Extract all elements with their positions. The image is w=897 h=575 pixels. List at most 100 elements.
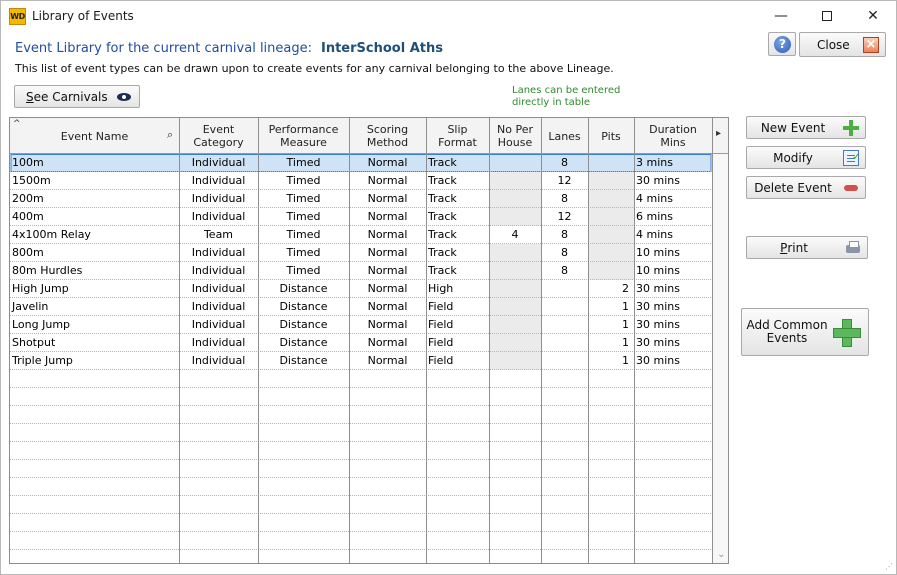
cell-slip: Field	[428, 336, 454, 349]
cell-slip: Field	[428, 300, 454, 313]
new-event-label: New Event	[760, 120, 826, 135]
cell-lanes[interactable]: 12	[541, 172, 588, 190]
cell-lanes[interactable]: 8	[541, 190, 588, 208]
cell-slip: Track	[428, 174, 457, 187]
lanes-note: Lanes can be entered directly in table	[512, 85, 621, 108]
cell-pits[interactable]	[588, 226, 634, 244]
scroll-right-icon[interactable]: ▸	[716, 128, 721, 139]
cell-lanes[interactable]	[541, 352, 588, 370]
cell-per_house[interactable]	[489, 154, 541, 172]
cell-per_house[interactable]	[489, 190, 541, 208]
library-of-events-window: WD Library of Events — ✕ Event Library f…	[0, 0, 897, 575]
cell-category: Individual	[191, 354, 246, 367]
cell-pits[interactable]	[588, 154, 634, 172]
table-row[interactable]: 800m Individual Timed Normal Track 8 10 mins	[10, 244, 710, 262]
cell-pits[interactable]	[588, 190, 634, 208]
sort-ascending-icon: ^	[13, 119, 21, 129]
cell-duration: 6 mins	[636, 210, 673, 223]
cell-scoring: Normal	[367, 264, 408, 277]
cell-pits[interactable]	[588, 262, 634, 280]
delete-event-button[interactable]: Delete Event	[746, 176, 866, 199]
print-button[interactable]: Print	[746, 236, 868, 259]
cell-per_house[interactable]	[489, 316, 541, 334]
help-button[interactable]: ?	[768, 32, 796, 56]
column-header-measure[interactable]: Performance Measure	[258, 118, 349, 154]
table-row[interactable]: High Jump Individual Distance Normal High 2 30…	[10, 280, 710, 298]
cell-scoring: Normal	[367, 336, 408, 349]
cell-lanes[interactable]: 8	[541, 262, 588, 280]
table-row[interactable]: Triple Jump Individual Distance Normal Field…	[10, 352, 710, 370]
table-row[interactable]: 80m Hurdles Individual Timed Normal Track 8 10…	[10, 262, 710, 280]
table-row[interactable]: 400m Individual Timed Normal Track 12 6 mins	[10, 208, 710, 226]
cell-per_house[interactable]	[489, 244, 541, 262]
maximize-button[interactable]	[804, 1, 850, 32]
cell-slip: High	[428, 282, 454, 295]
column-header-category[interactable]: Event Category	[179, 118, 258, 154]
cell-category: Individual	[191, 300, 246, 313]
column-header-lanes[interactable]: Lanes	[541, 118, 588, 154]
modify-button[interactable]: Modify	[746, 146, 866, 169]
cell-per_house[interactable]	[489, 334, 541, 352]
cell-slip: Field	[428, 354, 454, 367]
plus-icon	[843, 120, 859, 136]
column-header-per_house[interactable]: No Per House	[489, 118, 541, 154]
minimize-button[interactable]: —	[758, 1, 804, 32]
cell-pits[interactable]: 1	[588, 352, 634, 370]
printer-icon	[845, 240, 861, 256]
cell-pits[interactable]: 1	[588, 334, 634, 352]
cell-lanes[interactable]	[541, 298, 588, 316]
cell-name: 100m	[12, 156, 44, 169]
cell-lanes[interactable]	[541, 334, 588, 352]
cell-name: Long Jump	[12, 318, 71, 331]
cell-lanes[interactable]	[541, 280, 588, 298]
delete-event-label: Delete Event	[754, 180, 832, 195]
cell-scoring: Normal	[367, 354, 408, 367]
column-header-duration[interactable]: Duration Mins	[634, 118, 712, 154]
cell-per_house[interactable]	[489, 208, 541, 226]
cell-name: 200m	[12, 192, 44, 205]
column-header-scoring[interactable]: Scoring Method	[349, 118, 426, 154]
cell-category: Individual	[191, 264, 246, 277]
cell-pits[interactable]: 2	[588, 280, 634, 298]
cell-scoring: Normal	[367, 174, 408, 187]
cell-pits[interactable]: 1	[588, 316, 634, 334]
table-row[interactable]: Long Jump Individual Distance Normal Field 1 3…	[10, 316, 710, 334]
cell-pits[interactable]	[588, 244, 634, 262]
cell-lanes[interactable]: 8	[541, 244, 588, 262]
cell-measure: Distance	[279, 300, 328, 313]
cell-lanes[interactable]: 8	[541, 226, 588, 244]
table-row[interactable]: 4x100m Relay Team Timed Normal Track 4 8 4 mins	[10, 226, 710, 244]
table-row[interactable]: Javelin Individual Distance Normal Field 1 30 …	[10, 298, 710, 316]
cell-lanes[interactable]: 12	[541, 208, 588, 226]
cell-lanes[interactable]: 8	[541, 154, 588, 172]
cell-per_house[interactable]	[489, 298, 541, 316]
cell-per_house[interactable]	[489, 262, 541, 280]
cell-pits[interactable]	[588, 208, 634, 226]
table-row[interactable]: 1500m Individual Timed Normal Track 12 30 mins	[10, 172, 710, 190]
cell-name: 4x100m Relay	[12, 228, 91, 241]
cell-per_house[interactable]: 4	[489, 226, 541, 244]
scroll-down-icon[interactable]: ⌄	[717, 549, 725, 560]
column-header-slip[interactable]: Slip Format	[426, 118, 489, 154]
new-event-button[interactable]: New Event	[746, 116, 866, 139]
cell-measure: Distance	[279, 282, 328, 295]
cell-per_house[interactable]	[489, 172, 541, 190]
table-row[interactable]: 100m Individual Timed Normal Track 8 3 mins	[10, 154, 710, 172]
resize-grip-icon[interactable]: ⋰	[885, 563, 893, 571]
cell-pits[interactable]: 1	[588, 298, 634, 316]
close-button[interactable]: Close ×	[799, 32, 886, 57]
table-row[interactable]: 200m Individual Timed Normal Track 8 4 mins	[10, 190, 710, 208]
window-close-button[interactable]: ✕	[850, 1, 896, 32]
add-common-events-button[interactable]: Add Common Events	[741, 308, 869, 356]
column-search-icon[interactable]: ⌕	[167, 128, 173, 142]
cell-per_house[interactable]	[489, 280, 541, 298]
column-header-pits[interactable]: Pits	[588, 118, 634, 154]
table-row[interactable]: Shotput Individual Distance Normal Field 1 30 …	[10, 334, 710, 352]
cell-per_house[interactable]	[489, 352, 541, 370]
column-header-name[interactable]: Event Name	[10, 118, 179, 154]
cell-pits[interactable]	[588, 172, 634, 190]
cell-scoring: Normal	[367, 156, 408, 169]
cell-lanes[interactable]	[541, 316, 588, 334]
events-table[interactable]: Event Name Event Category Performance Measur…	[9, 117, 729, 564]
see-carnivals-button[interactable]: See Carnivals	[14, 85, 140, 108]
